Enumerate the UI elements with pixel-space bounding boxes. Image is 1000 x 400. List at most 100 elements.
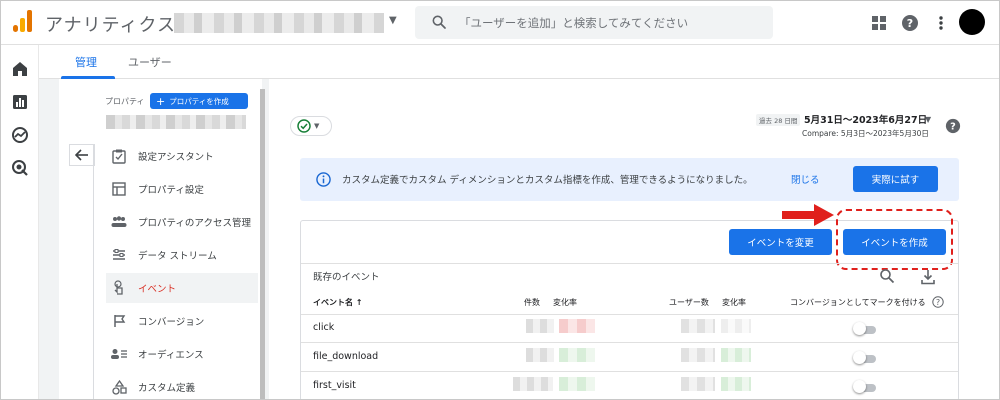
- user-change-redacted: [721, 377, 751, 391]
- sidebar-item-label: プロパティのアクセス管理: [138, 218, 251, 229]
- table-divider: [301, 314, 958, 315]
- count-redacted: [526, 348, 554, 362]
- sidebar-item-access-management[interactable]: プロパティのアクセス管理: [106, 207, 258, 237]
- scrollbar-thumb[interactable]: [260, 89, 265, 399]
- column-change-rate[interactable]: 変化率: [553, 297, 577, 308]
- check-circle-icon: [297, 119, 311, 133]
- modify-event-button[interactable]: イベントを変更: [729, 229, 832, 255]
- search-icon[interactable]: [879, 268, 895, 284]
- panel-divider: [93, 144, 94, 399]
- app-window: アナリティクス ▼ ?: [0, 0, 1000, 400]
- touch-icon: [111, 280, 127, 296]
- sidebar-item-label: プロパティ設定: [138, 185, 204, 196]
- plus-icon: +: [156, 94, 166, 108]
- chevron-down-icon[interactable]: ▼: [925, 115, 931, 124]
- change-redacted: [559, 377, 595, 391]
- people-icon: [111, 214, 127, 230]
- card-divider: [301, 263, 958, 264]
- help-outline-icon[interactable]: ?: [932, 296, 944, 308]
- column-mark-conversion: コンバージョンとしてマークを付ける: [790, 298, 926, 307]
- banner-message: カスタム定義でカスタム ディメンションとカスタム指標を作成、管理できるようになり…: [342, 175, 753, 186]
- checklist-icon: [111, 148, 127, 164]
- tab-users[interactable]: ユーザー: [128, 54, 172, 70]
- try-it-button[interactable]: 実際に試す: [853, 166, 938, 192]
- users-redacted: [681, 319, 715, 333]
- annotation-highlight: [836, 209, 953, 270]
- create-property-label: プロパティを作成: [169, 96, 229, 106]
- panel-scrollbar[interactable]: [260, 89, 265, 399]
- date-range-selector[interactable]: 5月31日〜2023年6月27日: [804, 112, 927, 126]
- column-users[interactable]: ユーザー数: [669, 297, 709, 308]
- conversion-toggle[interactable]: [853, 380, 877, 393]
- annotation-arrow-icon: [782, 204, 834, 226]
- sidebar-item-label: データ ストリーム: [138, 251, 217, 262]
- change-redacted: [559, 319, 595, 333]
- date-period-chip: 過去 28 日間: [756, 114, 801, 126]
- table-row-name[interactable]: click: [313, 322, 334, 333]
- create-property-button[interactable]: + プロパティを作成: [150, 93, 248, 109]
- sidebar-item-conversions[interactable]: コンバージョン: [106, 306, 258, 336]
- help-icon[interactable]: ?: [900, 13, 920, 33]
- chevron-down-icon: ▼: [314, 122, 320, 130]
- user-change-redacted: [721, 319, 751, 333]
- layout-icon: [111, 181, 127, 197]
- column-event-name[interactable]: イベント名 ↑: [313, 297, 363, 308]
- sidebar-item-label: イベント: [138, 284, 177, 295]
- admin-tabs: 管理 ユーザー: [39, 45, 999, 79]
- arrow-back-icon: [75, 149, 88, 161]
- search-box[interactable]: [415, 6, 773, 39]
- users-redacted: [681, 348, 715, 362]
- change-redacted: [559, 348, 595, 362]
- search-input[interactable]: [459, 6, 759, 39]
- user-change-redacted: [721, 348, 751, 362]
- apps-grid-icon[interactable]: [869, 13, 889, 33]
- account-selector[interactable]: [174, 13, 384, 33]
- data-status-chip[interactable]: ▼: [290, 116, 332, 136]
- left-rail: [1, 45, 39, 399]
- sidebar-item-setup-assistant[interactable]: 設定アシスタント: [106, 141, 258, 171]
- help-icon[interactable]: ?: [945, 118, 961, 134]
- avatar[interactable]: [959, 9, 985, 35]
- table-row-name[interactable]: file_download: [313, 351, 378, 362]
- advertising-icon[interactable]: [11, 159, 29, 177]
- conversion-toggle[interactable]: [853, 322, 877, 335]
- count-redacted: [526, 319, 554, 333]
- info-icon: [316, 172, 331, 187]
- chevron-down-icon[interactable]: ▼: [389, 15, 397, 26]
- svg-text:?: ?: [907, 17, 913, 30]
- svg-text:?: ?: [950, 122, 956, 133]
- more-vert-icon[interactable]: [931, 13, 951, 33]
- tab-admin[interactable]: 管理: [75, 54, 97, 70]
- sidebar-item-property-settings[interactable]: プロパティ設定: [106, 174, 258, 204]
- download-icon[interactable]: [920, 269, 936, 285]
- sidebar-item-audiences[interactable]: オーディエンス: [106, 339, 258, 369]
- top-bar: アナリティクス ▼ ?: [1, 1, 999, 45]
- property-name-redacted[interactable]: [106, 115, 246, 129]
- compare-range: Compare: 5月3日〜2023年5月30日: [802, 129, 929, 138]
- table-divider: [301, 371, 958, 372]
- banner-close-link[interactable]: 閉じる: [791, 172, 820, 186]
- table-divider: [301, 342, 958, 343]
- analytics-logo-icon[interactable]: [13, 10, 33, 32]
- sidebar-item-custom-definitions[interactable]: カスタム定義: [106, 372, 258, 399]
- shapes-icon: [111, 379, 127, 395]
- property-label: プロパティ: [105, 97, 145, 106]
- sidebar-item-events[interactable]: イベント: [106, 273, 258, 303]
- column-user-change-rate[interactable]: 変化率: [722, 297, 746, 308]
- home-icon[interactable]: [11, 60, 29, 78]
- users-redacted: [681, 377, 715, 391]
- column-count[interactable]: 件数: [524, 297, 540, 308]
- sidebar-item-data-streams[interactable]: データ ストリーム: [106, 240, 258, 270]
- conversion-toggle[interactable]: [853, 351, 877, 364]
- explore-icon[interactable]: [11, 126, 29, 144]
- table-row-name[interactable]: first_visit: [313, 380, 356, 391]
- sidebar-item-label: カスタム定義: [138, 383, 196, 394]
- info-banner: カスタム定義でカスタム ディメンションとカスタム指標を作成、管理できるようになり…: [300, 158, 959, 201]
- back-button[interactable]: [69, 144, 95, 166]
- svg-text:?: ?: [936, 298, 940, 307]
- reports-icon[interactable]: [11, 93, 29, 111]
- existing-events-title: 既存のイベント: [313, 272, 380, 283]
- streams-icon: [111, 247, 127, 263]
- sidebar-item-label: 設定アシスタント: [138, 152, 214, 163]
- flag-icon: [111, 313, 127, 329]
